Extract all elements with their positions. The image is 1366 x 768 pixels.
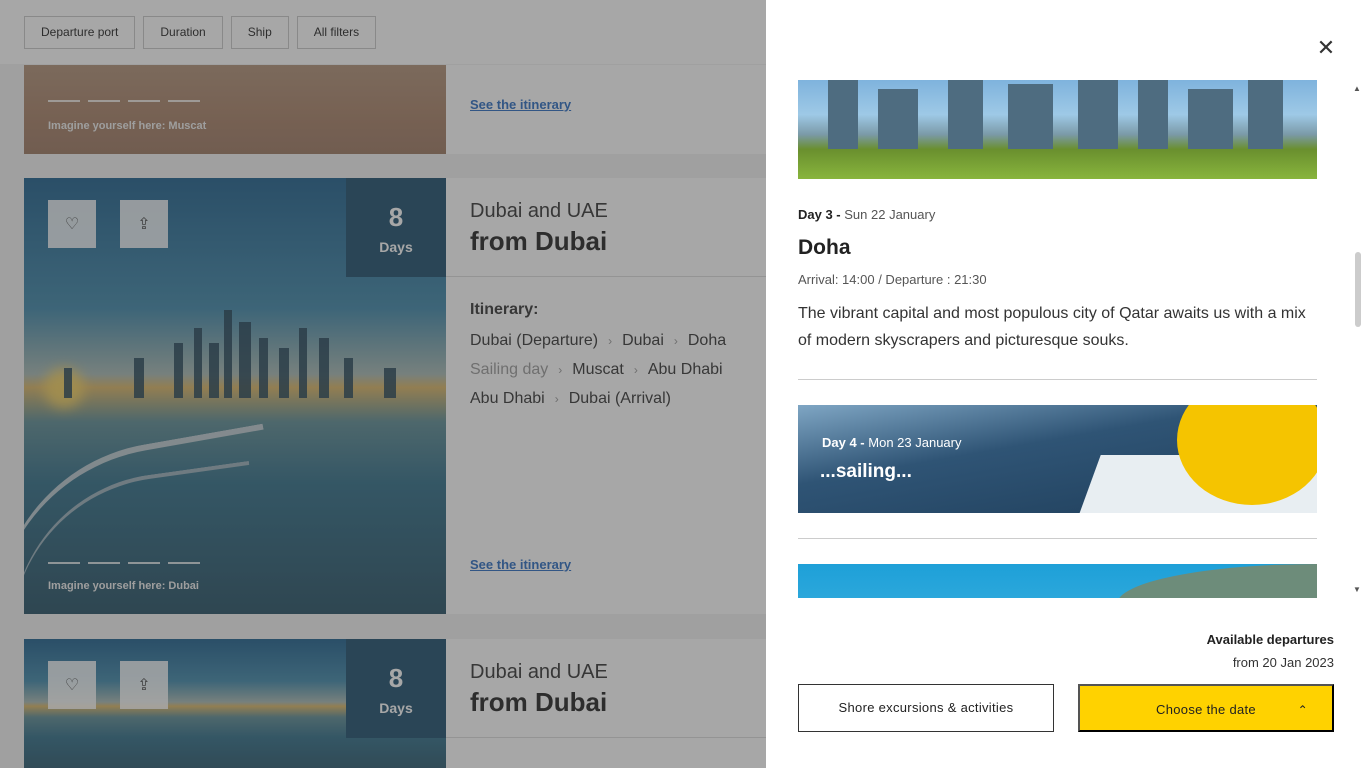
itinerary-panel: ✕ Day 3 - Sun 22 January Doha Arrival: 1…: [766, 0, 1366, 768]
modal-backdrop[interactable]: [0, 0, 766, 768]
scrollbar[interactable]: ▲ ▼: [1350, 80, 1366, 598]
day-header: Day 3 - Sun 22 January: [798, 207, 936, 222]
chevron-up-icon: ⌃: [1297, 703, 1308, 717]
sailing-label: ...sailing...: [820, 461, 912, 482]
from-date: from 20 Jan 2023: [1232, 655, 1334, 670]
choose-date-button[interactable]: Choose the date ⌃: [1078, 684, 1334, 732]
available-departures-label: Available departures: [1206, 632, 1334, 647]
city-name: Doha: [798, 236, 851, 259]
scroll-down-icon[interactable]: ▼: [1353, 585, 1361, 594]
city-image: [798, 80, 1317, 179]
results-page: Departure port Duration Ship All filters…: [0, 0, 766, 768]
close-icon[interactable]: ✕: [1314, 36, 1338, 60]
itinerary-scroll[interactable]: Day 3 - Sun 22 January Doha Arrival: 14:…: [798, 80, 1317, 598]
sailing-image: Day 4 - Mon 23 January ...sailing...: [798, 405, 1317, 513]
day-description: The vibrant capital and most populous ci…: [798, 305, 1306, 349]
day-header: Day 4 - Mon 23 January: [822, 435, 962, 450]
bay-image: [798, 564, 1317, 598]
scroll-thumb[interactable]: [1355, 252, 1361, 327]
shore-excursions-button[interactable]: Shore excursions & activities: [798, 684, 1054, 732]
panel-footer: Available departures from 20 Jan 2023 Sh…: [766, 598, 1366, 768]
arrival-departure-times: Arrival: 14:00 / Departure : 21:30: [798, 272, 987, 287]
scroll-up-icon[interactable]: ▲: [1353, 84, 1361, 93]
